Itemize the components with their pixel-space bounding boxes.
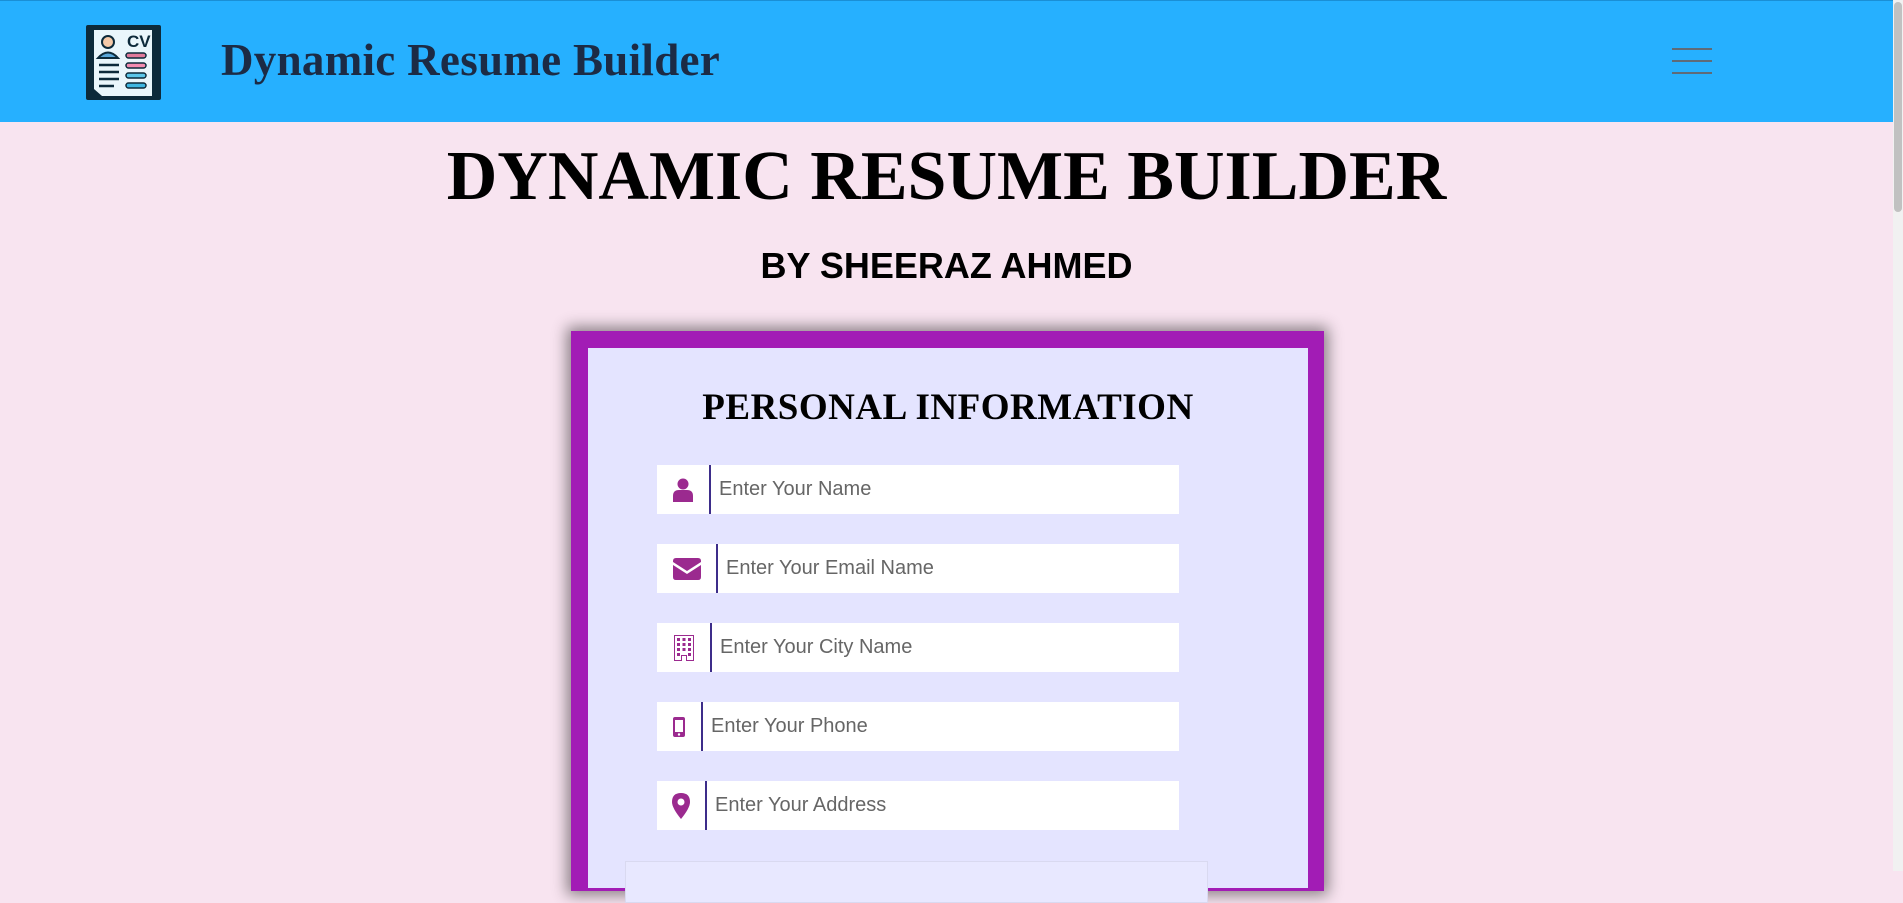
city-field bbox=[657, 623, 1179, 672]
scrollbar-thumb[interactable] bbox=[1894, 2, 1902, 212]
hamburger-menu-icon[interactable] bbox=[1672, 48, 1712, 76]
building-icon bbox=[657, 623, 712, 672]
mobile-phone-icon bbox=[657, 702, 703, 751]
page-title: DYNAMIC RESUME BUILDER bbox=[446, 138, 1447, 215]
name-input[interactable] bbox=[711, 465, 1179, 514]
email-field bbox=[657, 544, 1179, 593]
address-input[interactable] bbox=[707, 781, 1179, 830]
address-field bbox=[657, 781, 1179, 830]
top-navbar: CV Dynamic Resume Builder bbox=[0, 0, 1893, 122]
personal-info-form: PERSONAL INFORMATION bbox=[588, 348, 1308, 903]
page-scrollbar[interactable] bbox=[1893, 0, 1903, 871]
next-field-partial[interactable] bbox=[625, 861, 1208, 903]
user-icon bbox=[657, 465, 711, 514]
brand-name[interactable]: Dynamic Resume Builder bbox=[221, 34, 720, 86]
page-subtitle: BY SHEERAZ AHMED bbox=[760, 245, 1133, 286]
phone-input[interactable] bbox=[703, 702, 1179, 751]
name-field bbox=[657, 465, 1179, 514]
email-input[interactable] bbox=[718, 544, 1179, 593]
svg-text:CV: CV bbox=[127, 32, 151, 51]
phone-field bbox=[657, 702, 1179, 751]
section-title: PERSONAL INFORMATION bbox=[702, 387, 1194, 428]
map-marker-icon bbox=[657, 781, 707, 830]
cv-document-icon[interactable]: CV bbox=[86, 25, 161, 100]
city-input[interactable] bbox=[712, 623, 1179, 672]
envelope-icon bbox=[657, 544, 718, 593]
